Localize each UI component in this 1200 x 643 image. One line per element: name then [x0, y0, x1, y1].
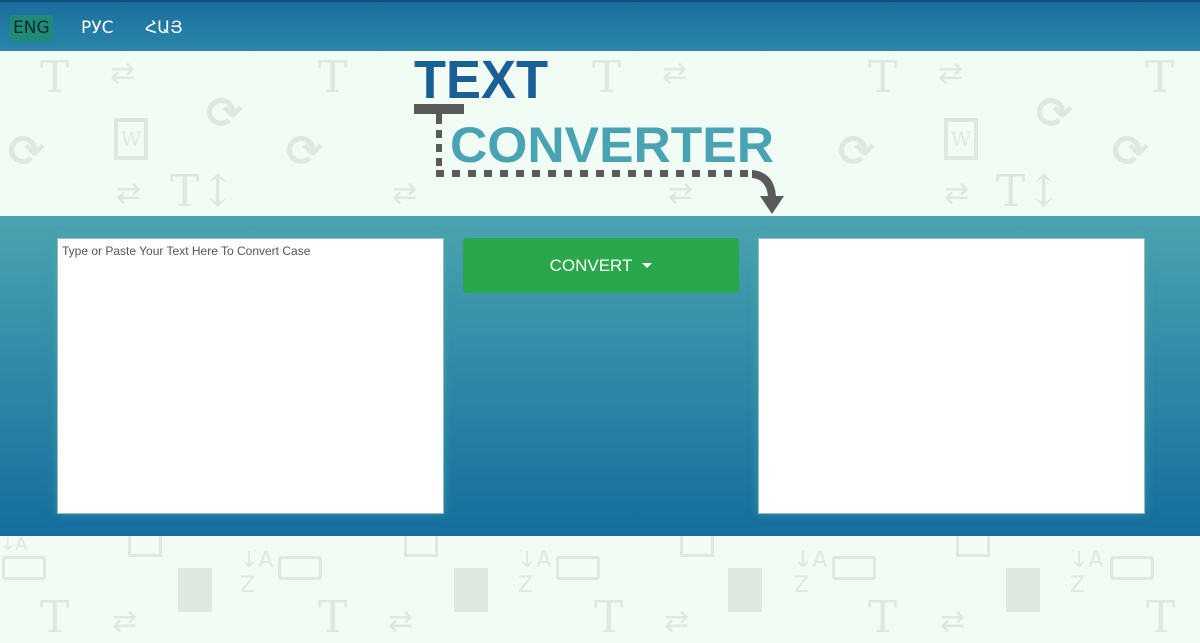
- keyboard-icon: [556, 556, 600, 580]
- logo-text-line1: TEXT: [414, 52, 548, 110]
- text-T-icon: T: [1145, 52, 1175, 103]
- refresh-icon: ⟳: [1112, 126, 1149, 177]
- lang-eng-link[interactable]: ENG: [10, 15, 53, 41]
- convert-button[interactable]: CONVERT: [463, 238, 739, 293]
- sort-az-icon: ↓A: [0, 534, 28, 555]
- refresh-icon: ⟳: [838, 126, 875, 177]
- text-T-icon: T: [1146, 592, 1176, 643]
- keyboard-icon: [832, 556, 876, 580]
- output-text-box: [758, 238, 1145, 514]
- keyboard-icon: [1110, 556, 1154, 580]
- word-doc-icon: W: [114, 118, 148, 160]
- swap-arrows-icon: ⇄: [944, 176, 970, 211]
- swap-arrows-icon: ⇄: [116, 176, 142, 211]
- document-icon: [178, 568, 212, 612]
- text-T-icon: T: [40, 592, 70, 643]
- document-icon: [454, 568, 488, 612]
- document-icon: [1006, 568, 1040, 612]
- text-T-icon: T: [868, 52, 898, 103]
- text-T-icon: T: [40, 52, 70, 103]
- convert-button-label: CONVERT: [549, 255, 633, 275]
- document-icon: [728, 568, 762, 612]
- top-navbar: ENG РУС ՀԱՅ: [0, 0, 1200, 51]
- refresh-icon: ⟳: [8, 126, 45, 177]
- keyboard-icon: [278, 556, 322, 580]
- swap-arrows-icon: ⇄: [938, 56, 964, 91]
- tablet-icon: [956, 536, 990, 557]
- sort-az-icon: ↓A Z: [240, 548, 274, 598]
- swap-arrows-icon: ⇄: [112, 604, 138, 639]
- refresh-icon: ⟳: [286, 126, 323, 177]
- logo-t-bar: [414, 104, 464, 114]
- tablet-icon: [404, 536, 438, 557]
- caret-down-icon: [642, 263, 653, 268]
- sort-az-icon: ↓A Z: [794, 548, 828, 598]
- swap-arrows-icon: ⇄: [110, 56, 136, 91]
- text-converter-logo: TEXT CONVERTER: [414, 52, 784, 214]
- swap-arrows-icon: ⇄: [664, 604, 690, 639]
- input-text-box: [57, 238, 444, 514]
- text-T-icon: T↕: [170, 166, 237, 217]
- text-T-icon: T: [594, 592, 624, 643]
- text-T-icon: T: [868, 592, 898, 643]
- tablet-icon: [680, 536, 714, 557]
- word-doc-icon: W: [944, 118, 978, 160]
- sort-az-icon: ↓A Z: [518, 548, 552, 598]
- output-textarea[interactable]: [759, 239, 1144, 513]
- tablet-icon: [128, 536, 162, 557]
- lang-rus-link[interactable]: РУС: [78, 15, 116, 41]
- logo-text-line2: CONVERTER: [450, 117, 774, 173]
- keyboard-icon: [2, 556, 46, 580]
- text-T-icon: T↕: [996, 166, 1063, 217]
- swap-arrows-icon: ⇄: [940, 604, 966, 639]
- refresh-icon: ⟳: [1036, 88, 1073, 139]
- sort-az-icon: ↓A Z: [1070, 548, 1104, 598]
- text-T-icon: T: [318, 52, 348, 103]
- refresh-icon: ⟳: [206, 88, 243, 139]
- swap-arrows-icon: ⇄: [388, 604, 414, 639]
- text-T-icon: T: [318, 592, 348, 643]
- lang-hy-link[interactable]: ՀԱՅ: [142, 15, 186, 41]
- logo-arrow-head: [752, 170, 784, 214]
- input-textarea[interactable]: [58, 239, 443, 513]
